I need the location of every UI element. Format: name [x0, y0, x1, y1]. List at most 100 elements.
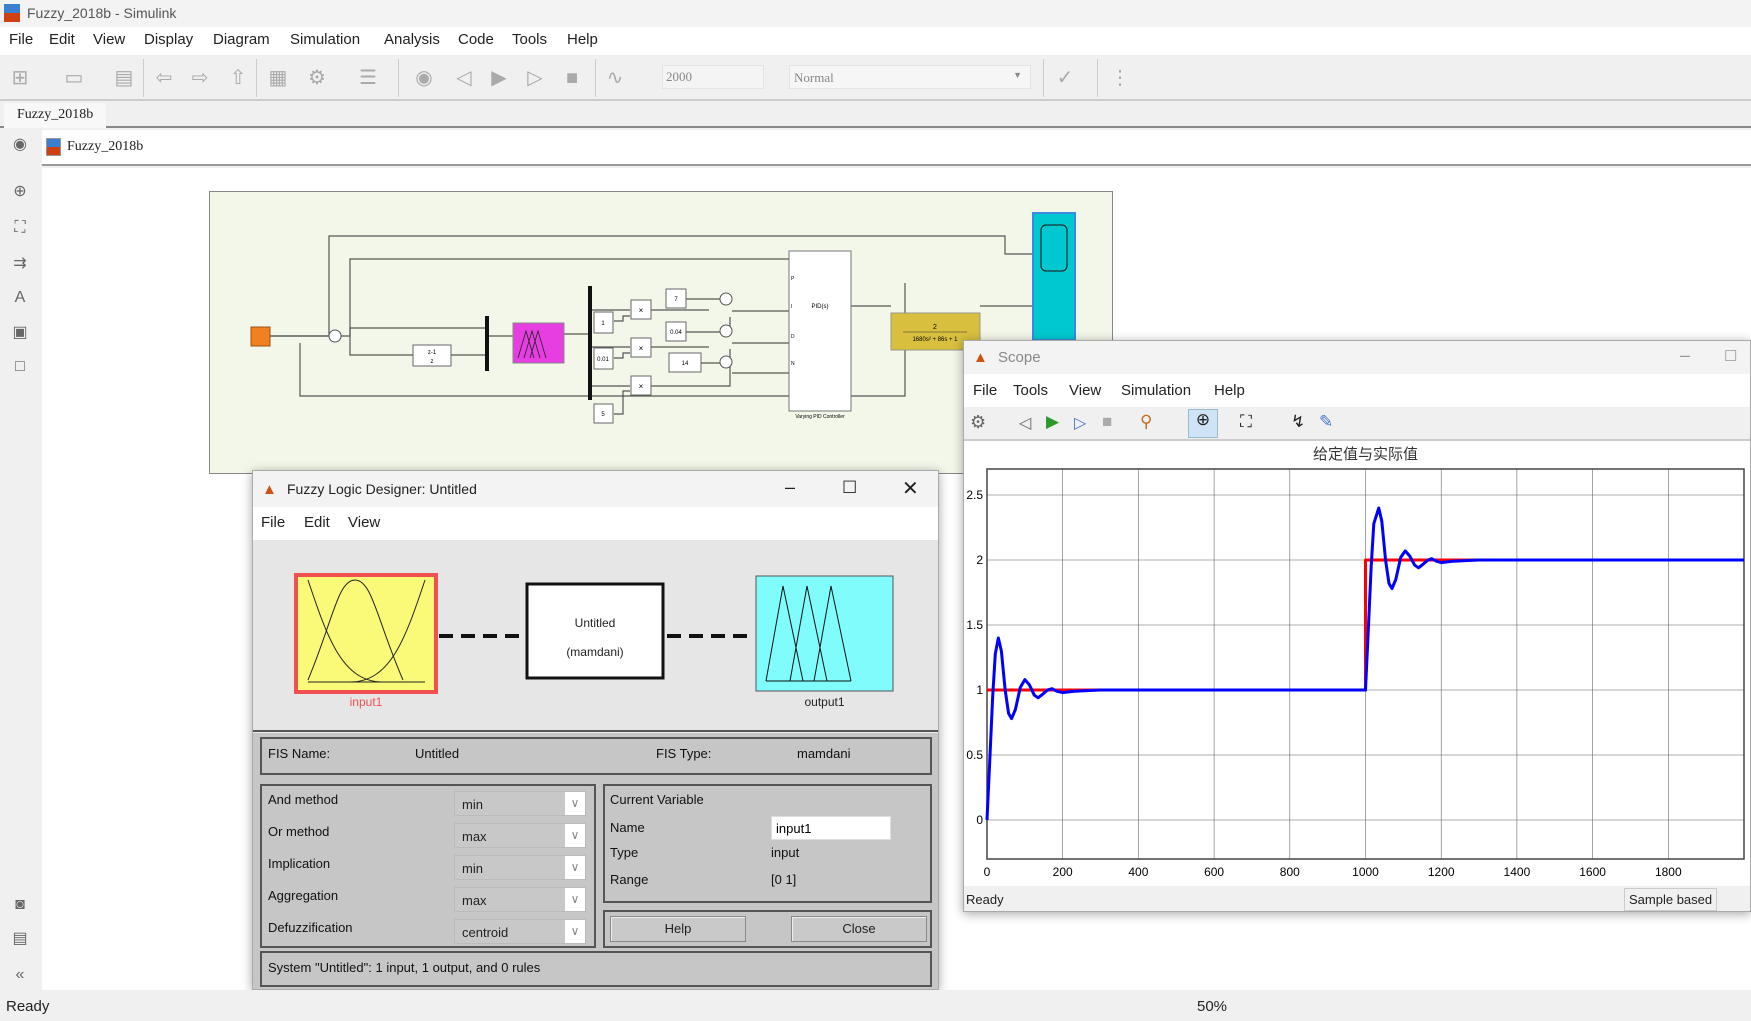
variable-name-input[interactable]: [771, 816, 891, 840]
sum-block[interactable]: [719, 292, 733, 306]
system-box[interactable]: [525, 582, 665, 680]
defuzzification-dropdown[interactable]: centroid ∨: [454, 919, 586, 944]
cursor-measure-icon[interactable]: ↯: [1291, 412, 1305, 432]
style-icon[interactable]: ✎: [1319, 412, 1333, 432]
minimize-button[interactable]: –: [785, 477, 795, 498]
chevron-down-icon: ∨: [565, 824, 585, 847]
breadcrumb-item[interactable]: Fuzzy_2018b: [67, 139, 143, 155]
new-model-icon[interactable]: ⊞: [8, 66, 32, 90]
step-block[interactable]: [250, 326, 271, 347]
maximize-button[interactable]: ☐: [1724, 347, 1737, 365]
back-icon[interactable]: ⇦: [152, 66, 176, 90]
menu-edit[interactable]: Edit: [49, 31, 75, 48]
image-icon[interactable]: ▣: [10, 323, 30, 343]
maximize-button[interactable]: ☐: [842, 478, 857, 498]
menu-file[interactable]: File: [973, 382, 997, 399]
type-value: input: [771, 845, 800, 860]
help-button[interactable]: Help: [610, 916, 746, 942]
build-icon[interactable]: ⋮: [1108, 66, 1132, 90]
aggregation-dropdown[interactable]: max ∨: [454, 887, 586, 912]
run-icon[interactable]: ▶: [1046, 412, 1059, 432]
menu-analysis[interactable]: Analysis: [384, 31, 440, 48]
menu-view[interactable]: View: [348, 514, 380, 531]
menu-file[interactable]: File: [9, 31, 33, 48]
output-variable-box[interactable]: [755, 575, 894, 692]
sum-block[interactable]: [719, 324, 733, 338]
y-tick-label: 2: [976, 553, 983, 567]
model-browser-icon[interactable]: ▤: [10, 929, 30, 949]
minimize-button[interactable]: –: [1680, 345, 1690, 366]
sum-block[interactable]: [328, 329, 342, 343]
chart-title: 给定值与实际值: [1313, 446, 1418, 463]
zoom-in-icon[interactable]: ⊕: [1188, 409, 1218, 438]
menu-simulation[interactable]: Simulation: [1121, 382, 1191, 399]
up-icon[interactable]: ⇧: [226, 66, 250, 90]
menu-tools[interactable]: Tools: [512, 31, 547, 48]
close-window-button[interactable]: ✕: [902, 476, 919, 501]
settings-gear-icon[interactable]: ⚙: [305, 66, 329, 90]
run-icon[interactable]: ▶: [487, 66, 511, 90]
highlight-icon[interactable]: ⚲: [1140, 412, 1152, 432]
system-type: (mamdani): [566, 645, 624, 659]
stop-time-input[interactable]: [662, 65, 764, 89]
hide-explorer-icon[interactable]: ◉: [10, 135, 30, 155]
menu-diagram[interactable]: Diagram: [213, 31, 270, 48]
menu-display[interactable]: Display: [144, 31, 193, 48]
fit-view-icon[interactable]: ⛶: [10, 218, 30, 238]
area-icon[interactable]: □: [10, 357, 30, 377]
settings-gear-icon[interactable]: ⚙: [970, 412, 986, 433]
model-explorer-icon[interactable]: ☰: [356, 66, 380, 90]
stop-icon[interactable]: ■: [1102, 412, 1112, 432]
library-browser-icon[interactable]: ▦: [266, 66, 290, 90]
scope-menu-bar: File Tools View Simulation Help: [964, 374, 1750, 407]
open-icon[interactable]: ▭: [62, 66, 86, 90]
forward-icon[interactable]: ⇨: [188, 66, 212, 90]
output-label: output1: [804, 695, 845, 709]
or-method-dropdown[interactable]: max ∨: [454, 823, 586, 848]
annotation-icon[interactable]: A: [10, 288, 30, 308]
menu-code[interactable]: Code: [458, 31, 494, 48]
close-button[interactable]: Close: [791, 916, 927, 942]
fuzzy-controller-block[interactable]: [512, 322, 565, 364]
demux-block[interactable]: [588, 286, 592, 400]
fuzzy-title-bar: ▲ Fuzzy Logic Designer: Untitled – ☐ ✕: [253, 471, 938, 507]
mux-block[interactable]: [485, 316, 489, 371]
implication-dropdown[interactable]: min ∨: [454, 855, 586, 880]
save-icon[interactable]: ▤: [112, 66, 136, 90]
menu-view[interactable]: View: [1069, 382, 1101, 399]
arrange-icon[interactable]: ⇉: [10, 254, 30, 274]
simulation-mode-dropdown[interactable]: Normal ▼: [789, 65, 1031, 89]
zoom-icon[interactable]: ⊕: [10, 182, 30, 202]
sum-block[interactable]: [719, 355, 733, 369]
menu-edit[interactable]: Edit: [304, 514, 330, 531]
step-back-icon[interactable]: ◁: [1019, 413, 1031, 433]
and-method-dropdown[interactable]: min ∨: [454, 791, 586, 816]
tab-fuzzy-2018b[interactable]: Fuzzy_2018b: [4, 103, 107, 128]
step-forward-icon[interactable]: ▷: [1074, 413, 1086, 433]
scope-block[interactable]: [1032, 212, 1076, 341]
collapse-icon[interactable]: «: [10, 965, 30, 985]
stop-icon[interactable]: ■: [560, 66, 584, 90]
check-model-icon[interactable]: ✓: [1053, 66, 1077, 90]
menu-tools[interactable]: Tools: [1013, 382, 1048, 399]
chevron-down-icon: ▼: [1013, 70, 1022, 80]
y-tick-label: 0: [976, 813, 983, 827]
menu-help[interactable]: Help: [567, 31, 598, 48]
record-icon[interactable]: ◉: [412, 66, 436, 90]
menu-simulation[interactable]: Simulation: [290, 31, 360, 48]
menu-file[interactable]: File: [261, 514, 285, 531]
scope-chart[interactable]: 给定值与实际值 0 0.5 1 1.5 2 2.5 0 200 400 600 800 1000 1200…: [964, 441, 1750, 886]
fit-to-view-icon[interactable]: ⛶: [1240, 412, 1252, 432]
y-tick-label: 0.5: [966, 748, 983, 762]
varying-pid-block[interactable]: [788, 250, 852, 412]
step-forward-icon[interactable]: ▷: [523, 66, 547, 90]
input-variable-box[interactable]: [294, 573, 438, 694]
screenshot-icon[interactable]: ◙: [10, 895, 30, 915]
menu-view[interactable]: View: [93, 31, 125, 48]
pid-block-label: Varying PID Controller: [795, 414, 845, 420]
step-back-icon[interactable]: ◁: [452, 66, 476, 90]
defuzzification-label: Defuzzification: [268, 920, 353, 935]
dropdown-value: max: [462, 893, 487, 908]
menu-help[interactable]: Help: [1214, 382, 1245, 399]
data-inspector-icon[interactable]: ∿: [603, 66, 627, 90]
